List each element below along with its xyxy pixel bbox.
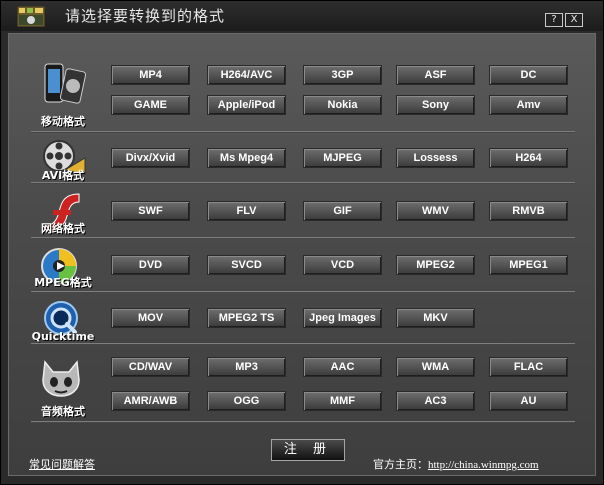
faq-link[interactable]: 常见问题解答	[29, 456, 95, 472]
format-button-svcd[interactable]: SVCD	[207, 255, 286, 275]
audio-cat-icon	[42, 360, 80, 397]
homepage-label: 官方主页：http://china.winmpg.com	[373, 456, 539, 472]
format-button-apple-ipod[interactable]: Apple/iPod	[207, 95, 286, 115]
format-button-mp3[interactable]: MP3	[207, 357, 286, 377]
format-button-rmvb[interactable]: RMVB	[489, 201, 568, 221]
format-button-wma[interactable]: WMA	[396, 357, 475, 377]
divider	[31, 131, 575, 133]
format-button-h264[interactable]: H264	[489, 148, 568, 168]
divider	[31, 291, 575, 293]
format-button-lossess[interactable]: Lossess	[396, 148, 475, 168]
divider	[31, 421, 575, 423]
format-button-mmf[interactable]: MMF	[303, 391, 382, 411]
format-panel: 移动格式 MP4 H264/AVC 3GP ASF DC GAME Apple/…	[8, 33, 596, 476]
format-button-mjpeg[interactable]: MJPEG	[303, 148, 382, 168]
format-button-gif[interactable]: GIF	[303, 201, 382, 221]
homepage-link[interactable]: http://china.winmpg.com	[428, 459, 539, 471]
format-button-ms-mpeg4[interactable]: Ms Mpeg4	[207, 148, 286, 168]
format-button-game[interactable]: GAME	[111, 95, 190, 115]
title-bar[interactable]: 请选择要转换到的格式 ? X	[1, 1, 603, 31]
close-button[interactable]: X	[565, 13, 583, 27]
format-button-au[interactable]: AU	[489, 391, 568, 411]
film-app-icon	[17, 6, 45, 27]
format-button-asf[interactable]: ASF	[396, 65, 475, 85]
format-button-mpeg1[interactable]: MPEG1	[489, 255, 568, 275]
homepage-prefix: 官方主页：	[373, 458, 428, 471]
format-button-nokia[interactable]: Nokia	[303, 95, 382, 115]
format-button-3gp[interactable]: 3GP	[303, 65, 382, 85]
category-label: Quicktime	[31, 330, 95, 343]
format-button-aac[interactable]: AAC	[303, 357, 382, 377]
divider	[31, 343, 575, 345]
format-button-dc[interactable]: DC	[489, 65, 568, 85]
divider	[31, 237, 575, 239]
format-button-h264-avc[interactable]: H264/AVC	[207, 65, 286, 85]
format-button-ac3[interactable]: AC3	[396, 391, 475, 411]
help-button[interactable]: ?	[545, 13, 563, 27]
format-button-flv[interactable]: FLV	[207, 201, 286, 221]
category-label: AVI格式	[41, 169, 85, 182]
format-button-vcd[interactable]: VCD	[303, 255, 382, 275]
format-button-divx-xvid[interactable]: Divx/Xvid	[111, 148, 190, 168]
format-button-sony[interactable]: Sony	[396, 95, 475, 115]
format-button-amr-awb[interactable]: AMR/AWB	[111, 391, 190, 411]
format-button-swf[interactable]: SWF	[111, 201, 190, 221]
format-button-mp4[interactable]: MP4	[111, 65, 190, 85]
format-button-jpeg-images[interactable]: Jpeg Images	[303, 308, 382, 328]
category-label: MPEG格式	[34, 276, 92, 289]
format-button-dvd[interactable]: DVD	[111, 255, 190, 275]
category-label: 音频格式	[41, 405, 85, 418]
format-button-mpeg2[interactable]: MPEG2	[396, 255, 475, 275]
format-button-mov[interactable]: MOV	[111, 308, 190, 328]
format-button-mpeg2-ts[interactable]: MPEG2 TS	[207, 308, 286, 328]
format-button-amv[interactable]: Amv	[489, 95, 568, 115]
format-button-mkv[interactable]: MKV	[396, 308, 475, 328]
format-button-ogg[interactable]: OGG	[207, 391, 286, 411]
format-button-flac[interactable]: FLAC	[489, 357, 568, 377]
divider	[31, 182, 575, 184]
format-button-cd-wav[interactable]: CD/WAV	[111, 357, 190, 377]
window-title: 请选择要转换到的格式	[65, 7, 226, 25]
converter-window: 请选择要转换到的格式 ? X 移动格式 MP4 H264/AVC 3GP ASF…	[0, 0, 604, 485]
phone-icon	[44, 63, 87, 104]
category-label: 网络格式	[41, 222, 85, 235]
category-label: 移动格式	[41, 115, 85, 128]
register-button[interactable]: 注 册	[271, 439, 345, 461]
format-button-wmv[interactable]: WMV	[396, 201, 475, 221]
